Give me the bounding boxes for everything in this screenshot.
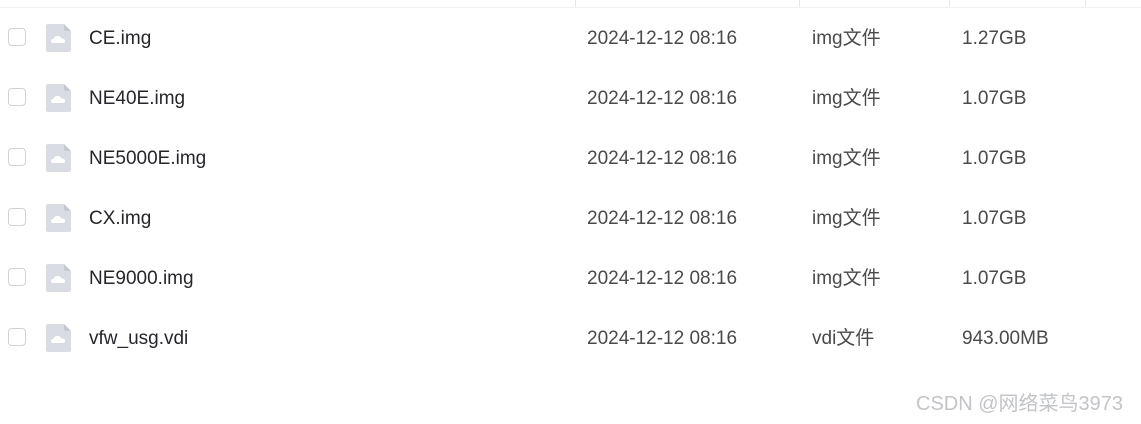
- file-name[interactable]: CX.img: [89, 208, 151, 229]
- file-modified-time: 2024-12-12 08:16: [587, 268, 738, 289]
- file-row[interactable]: NE40E.img 2024-12-12 08:16 img文件 1.07GB: [0, 68, 1141, 128]
- file-type: img文件: [812, 148, 881, 169]
- file-size: 1.07GB: [962, 148, 1027, 169]
- cloud-file-icon: [46, 204, 71, 232]
- file-type: vdi文件: [812, 328, 875, 349]
- file-name[interactable]: CE.img: [89, 28, 151, 49]
- cloud-file-icon: [46, 264, 71, 292]
- row-checkbox[interactable]: [8, 88, 26, 106]
- row-checkbox[interactable]: [8, 148, 26, 166]
- column-divider[interactable]: [949, 0, 950, 7]
- column-header-strip: [0, 0, 1141, 8]
- file-name[interactable]: vfw_usg.vdi: [89, 328, 188, 349]
- column-divider[interactable]: [575, 0, 576, 7]
- row-checkbox[interactable]: [8, 328, 26, 346]
- file-size: 943.00MB: [962, 328, 1049, 349]
- file-size: 1.27GB: [962, 28, 1027, 49]
- file-size: 1.07GB: [962, 268, 1027, 289]
- file-type: img文件: [812, 28, 881, 49]
- file-size: 1.07GB: [962, 88, 1027, 109]
- file-list-page: CE.img 2024-12-12 08:16 img文件 1.27GB NE4…: [0, 0, 1141, 424]
- file-modified-time: 2024-12-12 08:16: [587, 208, 738, 229]
- file-list: CE.img 2024-12-12 08:16 img文件 1.27GB NE4…: [0, 8, 1141, 368]
- row-checkbox[interactable]: [8, 268, 26, 286]
- file-row[interactable]: NE9000.img 2024-12-12 08:16 img文件 1.07GB: [0, 248, 1141, 308]
- file-name[interactable]: NE40E.img: [89, 88, 185, 109]
- column-divider[interactable]: [1085, 0, 1086, 7]
- file-row[interactable]: vfw_usg.vdi 2024-12-12 08:16 vdi文件 943.0…: [0, 308, 1141, 368]
- cloud-file-icon: [46, 144, 71, 172]
- file-modified-time: 2024-12-12 08:16: [587, 328, 738, 349]
- file-modified-time: 2024-12-12 08:16: [587, 148, 738, 169]
- file-row[interactable]: CE.img 2024-12-12 08:16 img文件 1.27GB: [0, 8, 1141, 68]
- file-modified-time: 2024-12-12 08:16: [587, 28, 738, 49]
- file-row[interactable]: CX.img 2024-12-12 08:16 img文件 1.07GB: [0, 188, 1141, 248]
- file-size: 1.07GB: [962, 208, 1027, 229]
- cloud-file-icon: [46, 24, 71, 52]
- file-type: img文件: [812, 268, 881, 289]
- file-name[interactable]: NE5000E.img: [89, 148, 206, 169]
- watermark: CSDN @网络菜鸟3973: [916, 393, 1124, 415]
- row-checkbox[interactable]: [8, 208, 26, 226]
- cloud-file-icon: [46, 84, 71, 112]
- row-checkbox[interactable]: [8, 28, 26, 46]
- file-type: img文件: [812, 208, 881, 229]
- file-row[interactable]: NE5000E.img 2024-12-12 08:16 img文件 1.07G…: [0, 128, 1141, 188]
- file-modified-time: 2024-12-12 08:16: [587, 88, 738, 109]
- file-type: img文件: [812, 88, 881, 109]
- column-divider[interactable]: [799, 0, 800, 7]
- cloud-file-icon: [46, 324, 71, 352]
- file-name[interactable]: NE9000.img: [89, 268, 194, 289]
